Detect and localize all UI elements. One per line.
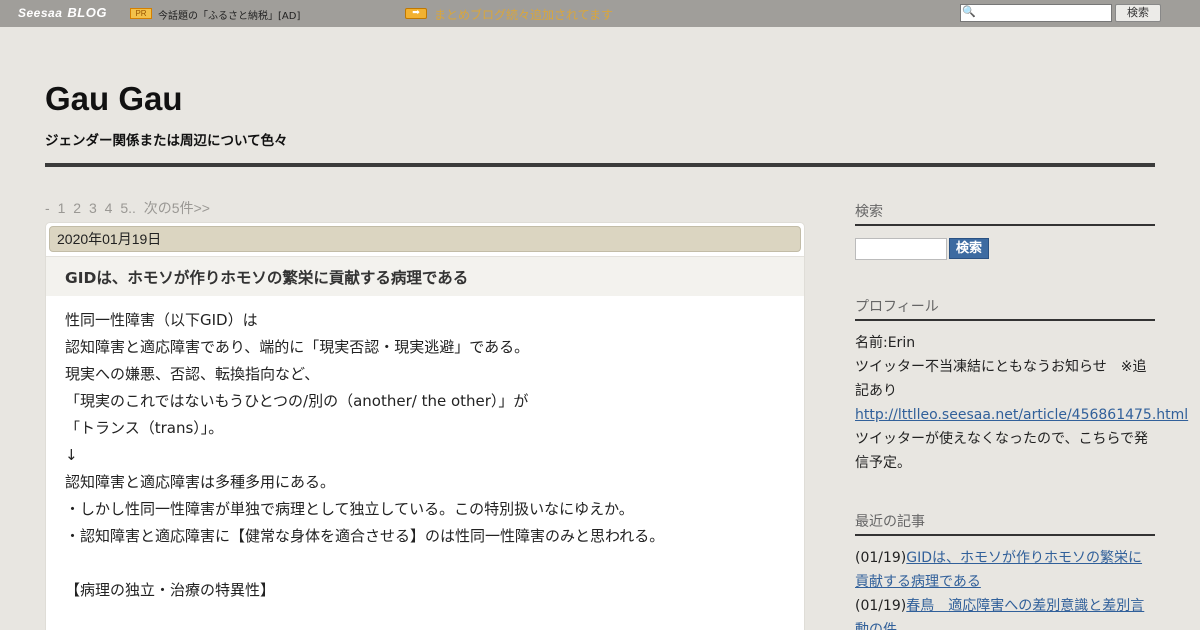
logo-text: Seesaa (18, 6, 63, 20)
top-search-button[interactable]: 検索 (1115, 4, 1161, 22)
article-line: ↓ (65, 446, 78, 464)
top-bar: Seesaa BLOG PR 今話題の「ふるさと納税」[AD] ➡ まとめブログ続… (0, 0, 1200, 27)
ad-link[interactable]: 今話題の「ふるさと納税」[AD] (158, 7, 300, 22)
profile-name: 名前:Erin (855, 335, 916, 351)
article-line: ・認知障害と適応障害に【健常な身体を適合させる】のは性同一性障害のみと思われる。 (65, 527, 665, 545)
sidebar-search-input[interactable] (855, 238, 947, 260)
sidebar-profile-heading: プロフィール (855, 296, 1155, 321)
recent-item-date: (01/19) (855, 598, 907, 614)
article-title[interactable]: GIDは、ホモソが作りホモソの繁栄に貢献する病理である (65, 266, 468, 288)
pager-page-4[interactable]: 4 (105, 200, 113, 216)
seesaa-blog-logo[interactable]: Seesaa BLOG (18, 5, 107, 20)
article-line: 性同一性障害（以下GID）は (65, 311, 258, 329)
article-date: 2020年01月19日 (49, 226, 801, 252)
profile-article-link[interactable]: http://lttlleo.seesaa.net/article/456861… (855, 407, 1188, 423)
article-line: 「現実のこれではないもうひとつの/別の（another/ the other）」… (65, 392, 529, 410)
recent-item: (01/19)GIDは、ホモソが作りホモソの繁栄に貢献する病理である (855, 546, 1155, 594)
article-line: 「トランス（trans）」。 (65, 419, 224, 437)
site-title[interactable]: Gau Gau (45, 80, 183, 118)
article: 2020年01月19日 GIDは、ホモソが作りホモソの繁栄に貢献する病理である … (45, 222, 805, 630)
top-search-input[interactable] (977, 6, 1109, 20)
search-icon: 🔍 (962, 5, 976, 18)
logo-blog-text: BLOG (67, 5, 107, 20)
article-line: 認知障害と適応障害は多種多用にある。 (65, 473, 336, 491)
article-line: 認知障害と適応障害であり、端的に「現実否認・現実逃避」である。 (65, 338, 530, 356)
pager-next-link[interactable]: 次の5件>> (144, 200, 210, 216)
sidebar-profile-section: プロフィール 名前:Erin ツイッター不当凍結にともなうお知らせ ※追記あり … (855, 296, 1188, 475)
sidebar-recent-section: 最近の記事 (01/19)GIDは、ホモソが作りホモソの繁栄に貢献する病理である… (855, 511, 1155, 630)
pager-page-5[interactable]: 5.. (120, 200, 136, 216)
sidebar-search-button[interactable]: 検索 (949, 238, 989, 259)
article-line: ・しかし性同一性障害が単独で病理として独立している。この特別扱いなにゆえか。 (65, 500, 634, 518)
article-line: 現実への嫌悪、否認、転換指向など、 (65, 365, 320, 383)
article-line: 【病理の独立・治療の特異性】 (65, 581, 276, 599)
pager-page-3[interactable]: 3 (89, 200, 97, 216)
arrow-right-icon: ➡ (405, 8, 427, 19)
profile-text: 名前:Erin ツイッター不当凍結にともなうお知らせ ※追記あり http://… (855, 331, 1188, 475)
recent-list: (01/19)GIDは、ホモソが作りホモソの繁栄に貢献する病理である (01/1… (855, 546, 1155, 630)
pager-page-2[interactable]: 2 (73, 200, 81, 216)
recent-item-date: (01/19) (855, 550, 907, 566)
recent-item: (01/19)春鳥 適応障害への差別意識と差別言動の件 (855, 594, 1155, 630)
pager-page-1[interactable]: 1 (58, 200, 66, 216)
sidebar-search-section: 検索 検索 (855, 201, 1155, 261)
pr-badge: PR (130, 8, 152, 19)
sidebar-recent-heading: 最近の記事 (855, 511, 1155, 536)
pager-dash: - (45, 200, 50, 216)
top-search-box: 🔍 (960, 4, 1112, 22)
sidebar-search-heading: 検索 (855, 201, 1155, 226)
profile-notice: ツイッター不当凍結にともなうお知らせ ※追記あり (855, 359, 1147, 399)
header-divider (45, 163, 1155, 167)
article-body: 性同一性障害（以下GID）は 認知障害と適応障害であり、端的に「現実否認・現実逃… (65, 307, 785, 604)
article-title-box: GIDは、ホモソが作りホモソの繁栄に貢献する病理である (46, 256, 804, 296)
article-line (65, 550, 785, 577)
site-subtitle: ジェンダー関係または周辺について色々 (45, 133, 288, 149)
pagination: - 1 2 3 4 5.. 次の5件>> (45, 198, 214, 218)
profile-note: ツイッターが使えなくなったので、こちらで発信予定。 (855, 431, 1149, 471)
blog-notice-link[interactable]: まとめブログ続々追加されてます (434, 6, 613, 23)
